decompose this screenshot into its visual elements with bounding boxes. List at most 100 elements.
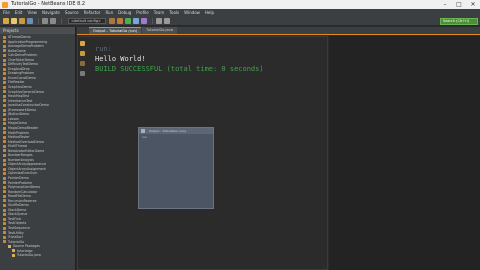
floating-window-text: run: [142,136,148,139]
java-project-icon [3,58,6,62]
java-project-icon [3,63,6,67]
title-bar: TutorialGo - NetBeans IDE 8.2 – □ ✕ [0,0,480,9]
rerun-icon[interactable] [80,41,85,46]
memory-icon[interactable] [156,18,162,24]
floating-window-title[interactable]: Output - TutorialGo (run) [139,128,213,134]
menu-tools[interactable]: Tools [169,9,179,17]
close-button[interactable]: ✕ [466,0,480,9]
java-project-icon [3,90,6,94]
gc-icon[interactable] [164,18,170,24]
java-project-icon [3,226,6,230]
config-combo[interactable]: <default config> [68,18,106,24]
java-project-icon [3,108,6,112]
tab-tutorialgo-java[interactable]: TutorialGo.java [142,27,178,34]
run-icon[interactable] [125,18,131,24]
open-project-icon[interactable] [19,18,25,24]
ide-window: TutorialGo - NetBeans IDE 8.2 – □ ✕ File… [0,0,480,270]
package-icon [12,249,15,253]
netbeans-logo-icon [2,1,8,8]
menu-refactor[interactable]: Refactor [84,9,101,17]
java-project-icon [3,176,6,180]
project-tree-item-label: TutorialGo.java [17,253,41,258]
java-project-icon [3,199,6,203]
build-status-line: BUILD SUCCESSFUL (total time: 0 seconds) [95,65,264,73]
window-title: TutorialGo - NetBeans IDE 8.2 [11,1,86,7]
menu-team[interactable]: Team [154,9,165,17]
java-project-icon [3,140,6,144]
java-project-icon [3,35,6,39]
save-all-icon[interactable] [27,18,33,24]
toolbar-separator [61,18,62,24]
toolbar-separator [38,18,39,24]
stop-icon[interactable] [80,61,85,66]
settings-icon[interactable] [80,71,85,76]
java-project-icon [3,222,6,226]
menu-window[interactable]: Window [184,9,200,17]
menu-view[interactable]: View [27,9,37,17]
java-project-icon [3,76,6,80]
java-project-icon [3,67,6,71]
redo-icon[interactable] [50,18,56,24]
java-project-icon [3,213,6,217]
java-project-icon [3,208,6,212]
menu-run[interactable]: Run [105,9,113,17]
java-project-icon [3,194,6,198]
java-project-icon [3,85,6,89]
java-project-icon [3,113,6,117]
java-project-icon [3,53,6,57]
java-project-icon [3,81,6,85]
java-project-icon [3,72,6,76]
java-project-icon [3,153,6,157]
projects-panel-title[interactable]: Projects [0,27,75,34]
java-project-icon [3,44,6,48]
java-project-icon [3,103,6,107]
search-input[interactable]: Search (Ctrl+I) [440,18,478,25]
new-project-icon[interactable] [3,18,9,24]
toolbar-separator [152,18,153,24]
menu-file[interactable]: File [3,9,10,17]
java-project-icon [3,172,6,176]
package-icon [12,254,15,258]
java-project-icon [3,94,6,98]
rerun-different-icon[interactable] [80,51,85,56]
tab-output[interactable]: Output - TutorialGo (run) [89,27,142,34]
project-tree: AThreadDemo ApplicationProgramming Average… [0,34,75,258]
java-project-icon [3,40,6,44]
output-line: run: [95,45,112,53]
projects-panel: Projects AThreadDemo ApplicationProgrammi… [0,27,76,270]
output-side-toolbar [80,41,87,81]
floating-window-preview[interactable]: Output - TutorialGo (run) run: [138,127,214,209]
minimize-button[interactable]: – [438,0,452,9]
java-project-icon [3,163,6,167]
menu-navigate[interactable]: Navigate [42,9,60,17]
java-project-icon [3,181,6,185]
project-tree-item[interactable]: TutorialGo.java [0,253,75,258]
build-icon[interactable] [109,18,115,24]
java-project-icon [3,149,6,153]
java-project-icon [3,231,6,235]
profile-icon[interactable] [141,18,147,24]
menu-help[interactable]: Help [205,9,214,17]
new-file-icon[interactable] [11,18,17,24]
java-project-icon [3,158,6,162]
menu-edit[interactable]: Edit [15,9,23,17]
maximize-button[interactable]: □ [452,0,466,9]
debug-icon[interactable] [133,18,139,24]
java-project-icon [3,131,6,135]
menu-source[interactable]: Source [65,9,79,17]
clean-build-icon[interactable] [117,18,123,24]
toolbar: <default config> Search (Ctrl+I) [0,17,480,26]
window-icon [141,129,145,133]
editor-tab-strip: Output - TutorialGo (run) TutorialGo.jav… [77,27,480,35]
java-project-icon [3,117,6,121]
java-project-icon [3,122,6,126]
menu-profile[interactable]: Profile [136,9,148,17]
package-icon [8,244,11,248]
undo-icon[interactable] [42,18,48,24]
right-empty-area [329,36,480,270]
java-project-icon [3,144,6,148]
java-project-icon [3,49,6,53]
menu-debug[interactable]: Debug [118,9,131,17]
java-project-icon [3,190,6,194]
java-project-icon [3,204,6,207]
